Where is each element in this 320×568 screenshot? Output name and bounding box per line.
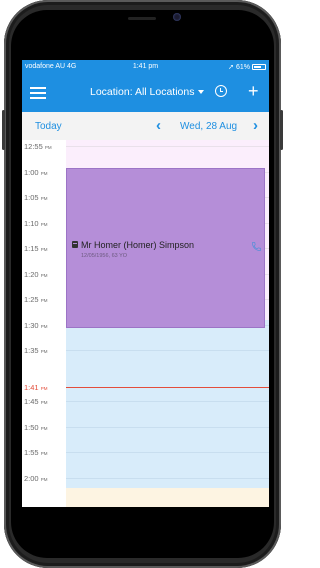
volume-button [2, 110, 5, 150]
slot-divider [66, 401, 269, 402]
time-slot-value: 2:00 [24, 473, 39, 483]
time-slot-ampm: PM [40, 247, 48, 252]
time-slot-value: 1:50 [24, 422, 39, 432]
time-slot-label: 1:50 PM [22, 423, 66, 432]
status-bar: vodafone AU 4G 1:41 pm ➚ 61% [22, 60, 269, 74]
day-timeline[interactable]: 12:55 PM 1:00 PM 1:05 PM 1:10 PM 1:15 PM 1:20… [22, 140, 269, 507]
patient-name: Mr Homer (Homer) Simpson [81, 240, 195, 250]
time-slot-label: 1:30 PM [22, 321, 66, 330]
slot-divider [66, 477, 269, 479]
time-slot-ampm: PM [44, 145, 52, 150]
battery-icon [252, 64, 266, 70]
slot-divider [66, 426, 269, 428]
schedule-lane-cream[interactable] [66, 488, 269, 507]
time-slot-label: 1:25 PM [22, 295, 66, 304]
current-date: Wed, 28 Aug [180, 121, 238, 132]
time-slot-value: 12:55 [24, 142, 43, 151]
time-slot-label: 1:20 PM [22, 270, 66, 279]
time-slot-label: 12:55 PM [22, 142, 66, 151]
status-right: ➚ 61% [228, 63, 266, 71]
current-time-value: 1:41 [24, 383, 39, 392]
appointment-card[interactable]: Mr Homer (Homer) Simpson 12/05/1956, 63 … [66, 168, 265, 328]
patient-card-icon [72, 241, 78, 248]
battery-percent: 61% [235, 63, 250, 71]
date-bar: Today ‹ Wed, 28 Aug › [22, 112, 269, 141]
time-slot-label: 2:00 PM [22, 474, 66, 483]
time-slot-value: 1:35 [24, 346, 39, 355]
add-appointment-icon[interactable]: + [248, 82, 259, 100]
schedule-lane-blue[interactable] [66, 320, 269, 488]
location-selector[interactable]: Location: All Locations [90, 86, 204, 98]
time-slot-ampm: PM [40, 349, 48, 354]
time-slot-value: 1:30 [24, 320, 39, 330]
patient-details: 12/05/1956, 63 YO [81, 253, 128, 259]
time-slot-value: 1:45 [24, 397, 39, 406]
time-slot-ampm: PM [40, 451, 48, 456]
clock-icon[interactable] [215, 85, 227, 97]
front-camera [173, 13, 181, 21]
time-slot-ampm: PM [40, 400, 48, 405]
time-slot-value: 1:05 [24, 193, 39, 202]
chevron-down-icon [197, 90, 204, 95]
time-slot-value: 1:55 [24, 448, 39, 457]
phone-icon[interactable] [251, 241, 262, 252]
current-time-ampm: PM [40, 386, 48, 391]
time-slot-label: 1:45 PM [22, 397, 66, 406]
time-slot-value: 1:15 [24, 244, 39, 253]
time-slot-label: 1:00 PM [22, 168, 66, 177]
time-slot-label: 1:10 PM [22, 219, 66, 228]
power-button [280, 110, 283, 150]
today-button[interactable]: Today [35, 121, 62, 132]
time-slot-value: 1:25 [24, 295, 39, 304]
location-arrow-icon: ➚ [228, 64, 234, 71]
time-slot-ampm: PM [40, 170, 48, 176]
time-slot-ampm: PM [40, 425, 48, 431]
time-slot-value: 1:20 [24, 269, 39, 279]
time-slot-value: 1:10 [24, 218, 39, 228]
time-slot-label: 1:15 PM [22, 244, 66, 253]
time-slot-ampm: PM [40, 196, 48, 201]
chevron-right-icon[interactable]: › [253, 117, 258, 134]
speaker-grille [128, 17, 156, 20]
time-slot-value: 1:00 [24, 167, 39, 177]
time-slot-label: 1:35 PM [22, 346, 66, 355]
time-slot-ampm: PM [40, 221, 48, 227]
slot-divider [66, 350, 269, 351]
time-slot-label: 1:55 PM [22, 448, 66, 457]
slot-divider [66, 452, 269, 453]
time-slot-ampm: PM [40, 323, 48, 329]
time-slot-ampm: PM [40, 476, 48, 482]
nav-bar: Location: All Locations + [22, 74, 269, 112]
app-screen: vodafone AU 4G 1:41 pm ➚ 61% Location: A… [22, 60, 269, 507]
time-slot-ampm: PM [40, 298, 48, 303]
time-slot-ampm: PM [40, 272, 48, 278]
current-time-line [66, 387, 269, 388]
location-title: Location: All Locations [90, 86, 195, 98]
chevron-left-icon[interactable]: ‹ [156, 117, 161, 134]
current-time-label: 1:41 PM [22, 383, 66, 392]
slot-divider [66, 146, 269, 147]
time-slot-label: 1:05 PM [22, 193, 66, 202]
menu-icon[interactable] [30, 87, 46, 102]
